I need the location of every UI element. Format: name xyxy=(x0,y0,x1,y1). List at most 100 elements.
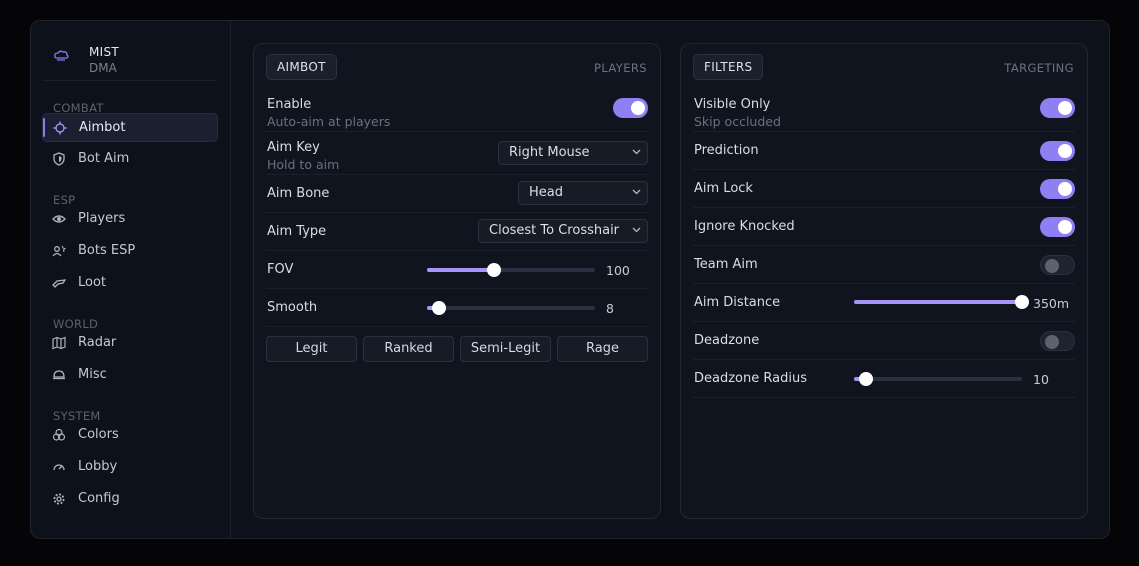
toggle-knob xyxy=(631,101,645,115)
toggle-knob xyxy=(1058,182,1072,196)
crosshair-icon xyxy=(53,121,67,135)
gauge-icon xyxy=(53,464,65,471)
fov-slider[interactable] xyxy=(427,263,595,277)
sidebar-item-misc[interactable]: Misc xyxy=(42,361,218,390)
enable-row: Enable Auto-aim at players xyxy=(266,90,648,132)
aim-key-value: Right Mouse xyxy=(509,145,590,160)
shield-icon xyxy=(53,152,65,166)
sidebar-item-label: Misc xyxy=(78,367,107,382)
deadzone-radius-value: 10 xyxy=(1033,372,1049,387)
sidebar-item-aimbot[interactable]: Aimbot xyxy=(42,113,218,142)
app-window: MIST DMA COMBAT Aimbot Bot Aim ESP Playe xyxy=(30,20,1110,539)
aim-key-label: Aim Key xyxy=(267,140,320,155)
aim-distance-row: Aim Distance 350m xyxy=(693,284,1075,322)
prediction-row: Prediction xyxy=(693,132,1075,170)
aim-type-value: Closest To Crosshair xyxy=(489,223,620,238)
sidebar-item-lobby[interactable]: Lobby xyxy=(42,453,218,482)
team-aim-toggle[interactable] xyxy=(1040,255,1075,275)
aim-bone-row: Aim Bone Head xyxy=(266,175,648,213)
deadzone-radius-label: Deadzone Radius xyxy=(694,371,807,386)
visible-only-row: Visible Only Skip occluded xyxy=(693,90,1075,132)
sidebar-item-bot-aim[interactable]: Bot Aim xyxy=(42,145,218,174)
aim-lock-toggle[interactable] xyxy=(1040,179,1075,199)
aim-type-select[interactable]: Closest To Crosshair xyxy=(478,219,648,243)
tab-aimbot[interactable]: AIMBOT xyxy=(266,54,337,80)
sidebar-item-label: Players xyxy=(78,211,126,226)
filters-panel: FILTERS TARGETING Visible Only Skip occl… xyxy=(680,43,1088,519)
aim-lock-label: Aim Lock xyxy=(694,181,753,196)
smooth-value: 8 xyxy=(606,301,614,316)
sidebar-item-label: Loot xyxy=(78,275,107,290)
cloud-icon xyxy=(54,50,69,61)
aim-lock-row: Aim Lock xyxy=(693,170,1075,208)
sidebar-item-config[interactable]: Config xyxy=(42,485,218,514)
toggle-knob xyxy=(1045,335,1059,349)
brand-title: MIST xyxy=(89,45,120,59)
aim-bone-select[interactable]: Head xyxy=(518,181,648,205)
team-aim-label: Team Aim xyxy=(694,257,758,272)
preset-buttons: Legit Ranked Semi-Legit Rage xyxy=(266,336,648,362)
sidebar-item-label: Bot Aim xyxy=(78,151,130,166)
loot-icon xyxy=(52,279,66,288)
prediction-toggle[interactable] xyxy=(1040,141,1075,161)
deadzone-row: Deadzone xyxy=(693,322,1075,360)
visible-only-label: Visible Only xyxy=(694,97,771,112)
prediction-label: Prediction xyxy=(694,143,759,158)
palette-icon xyxy=(52,428,66,441)
preset-legit-button[interactable]: Legit xyxy=(266,336,357,362)
toggle-knob xyxy=(1045,259,1059,273)
slider-fill xyxy=(854,300,1022,304)
aim-key-row: Aim Key Hold to aim Right Mouse xyxy=(266,132,648,175)
sidebar-item-label: Lobby xyxy=(78,459,118,474)
panel-category-label: TARGETING xyxy=(1004,61,1074,75)
slider-knob[interactable] xyxy=(487,263,502,277)
sidebar-item-colors[interactable]: Colors xyxy=(42,421,218,450)
ignore-knocked-label: Ignore Knocked xyxy=(694,219,795,234)
sidebar-item-radar[interactable]: Radar xyxy=(42,329,218,358)
visible-only-description: Skip occluded xyxy=(694,114,781,129)
helmet-icon xyxy=(53,370,65,380)
sidebar-item-label: Config xyxy=(78,491,120,506)
preset-rage-button[interactable]: Rage xyxy=(557,336,648,362)
chevron-down-icon xyxy=(632,189,641,195)
slider-knob[interactable] xyxy=(431,301,446,315)
panel-category-label: PLAYERS xyxy=(594,61,647,75)
tab-filters[interactable]: FILTERS xyxy=(693,54,764,80)
deadzone-radius-row: Deadzone Radius 10 xyxy=(693,360,1075,398)
slider-knob[interactable] xyxy=(1015,295,1029,309)
fov-row: FOV 100 xyxy=(266,251,648,289)
user-bot-icon xyxy=(52,245,66,257)
smooth-slider[interactable] xyxy=(427,301,595,315)
fov-value: 100 xyxy=(606,263,630,278)
enable-toggle[interactable] xyxy=(613,98,648,118)
preset-ranked-button[interactable]: Ranked xyxy=(363,336,454,362)
aim-bone-label: Aim Bone xyxy=(267,186,330,201)
aim-key-select[interactable]: Right Mouse xyxy=(498,141,648,165)
aim-distance-label: Aim Distance xyxy=(694,295,781,310)
aim-type-row: Aim Type Closest To Crosshair xyxy=(266,213,648,251)
preset-semi-legit-button[interactable]: Semi-Legit xyxy=(460,336,551,362)
sidebar-item-players[interactable]: Players xyxy=(42,205,218,234)
aimbot-panel: AIMBOT PLAYERS Enable Auto-aim at player… xyxy=(253,43,661,519)
sidebar-item-loot[interactable]: Loot xyxy=(42,269,218,298)
deadzone-radius-slider[interactable] xyxy=(854,372,1022,386)
brand-subtitle: DMA xyxy=(89,61,117,75)
visible-only-toggle[interactable] xyxy=(1040,98,1075,118)
ignore-knocked-toggle[interactable] xyxy=(1040,217,1075,237)
ignore-knocked-row: Ignore Knocked xyxy=(693,208,1075,246)
enable-label: Enable xyxy=(267,97,312,112)
chevron-down-icon xyxy=(632,227,641,233)
sidebar-item-label: Radar xyxy=(78,335,117,350)
aim-distance-slider[interactable] xyxy=(854,295,1029,309)
toggle-knob xyxy=(1058,144,1072,158)
eye-icon xyxy=(52,215,66,223)
brand: MIST DMA xyxy=(42,43,217,81)
toggle-knob xyxy=(1058,101,1072,115)
smooth-row: Smooth 8 xyxy=(266,289,648,327)
aim-type-label: Aim Type xyxy=(267,224,327,239)
toggle-knob xyxy=(1058,220,1072,234)
sidebar-item-bots-esp[interactable]: Bots ESP xyxy=(42,237,218,266)
aim-bone-value: Head xyxy=(529,185,563,200)
deadzone-toggle[interactable] xyxy=(1040,331,1075,351)
slider-knob[interactable] xyxy=(858,372,873,386)
